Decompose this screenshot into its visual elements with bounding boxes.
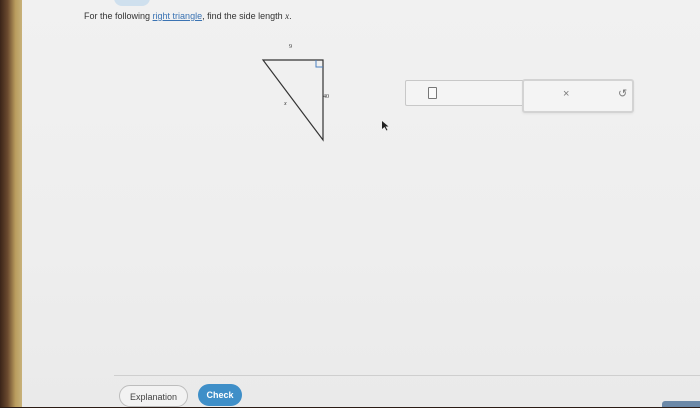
hypotenuse-label: x bbox=[284, 101, 287, 107]
footer-divider bbox=[114, 375, 700, 376]
answer-input[interactable] bbox=[428, 87, 437, 99]
check-button[interactable]: Check bbox=[198, 384, 242, 406]
right-triangle-link[interactable]: right triangle bbox=[153, 11, 203, 21]
question-suffix: , find the side length bbox=[202, 11, 286, 21]
question-prefix: For the following bbox=[84, 11, 153, 21]
top-tab[interactable] bbox=[114, 0, 150, 6]
question-end: . bbox=[289, 11, 292, 21]
triangle-shape bbox=[261, 59, 324, 142]
clear-button[interactable]: × bbox=[563, 89, 569, 100]
triangle-figure: 9 40 x bbox=[256, 44, 366, 144]
undo-icon[interactable]: ↺ bbox=[618, 89, 627, 100]
cursor-icon bbox=[382, 121, 389, 131]
top-side-label: 9 bbox=[289, 44, 292, 50]
explanation-button[interactable]: Explanation bbox=[119, 385, 188, 407]
screen: For the following right triangle, find t… bbox=[22, 0, 700, 407]
right-angle-marker bbox=[315, 60, 323, 68]
screen-bezel bbox=[0, 0, 22, 407]
right-side-label: 40 bbox=[323, 94, 329, 100]
corner-accent bbox=[662, 401, 700, 407]
answer-area bbox=[405, 80, 531, 106]
triangle-diagram bbox=[261, 59, 324, 142]
question-prompt: For the following right triangle, find t… bbox=[84, 11, 292, 21]
